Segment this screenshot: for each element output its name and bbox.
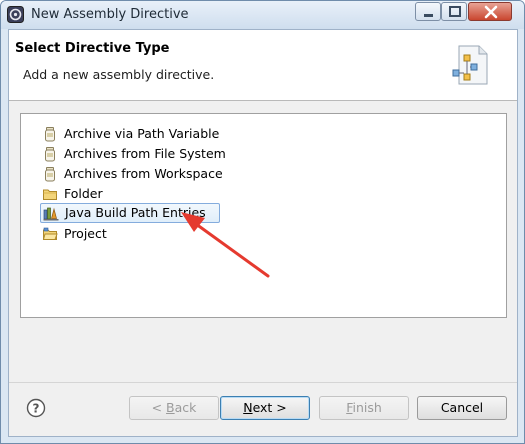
- button-bar-separator: [9, 382, 517, 383]
- svg-text:?: ?: [33, 402, 40, 416]
- dialog-body: Select Directive Type Add a new assembly…: [8, 29, 518, 437]
- help-icon[interactable]: ?: [26, 398, 46, 418]
- cancel-button[interactable]: Cancel: [417, 396, 507, 420]
- eclipse-app-icon: [7, 6, 24, 23]
- next-button[interactable]: Next >: [220, 396, 310, 420]
- page-description: Add a new assembly directive.: [23, 67, 215, 82]
- list-item-label: Archives from Workspace: [64, 166, 223, 181]
- back-button[interactable]: < Back: [129, 396, 219, 420]
- jar-icon: [45, 167, 55, 182]
- close-icon: [484, 5, 498, 19]
- window-title: New Assembly Directive: [31, 7, 189, 22]
- list-item-java-build-path-entries[interactable]: Java Build Path Entries: [40, 203, 220, 223]
- list-item-label: Archives from File System: [64, 146, 226, 161]
- library-icon: [43, 207, 59, 221]
- finish-button[interactable]: Finish: [319, 396, 409, 420]
- maximize-button[interactable]: [441, 2, 467, 21]
- wizard-banner-icon: [452, 45, 488, 85]
- folder-icon: [43, 189, 57, 200]
- close-button[interactable]: [468, 2, 512, 21]
- jar-icon: [45, 147, 55, 162]
- list-item-label: Java Build Path Entries: [65, 205, 206, 220]
- wizard-header: Select Directive Type Add a new assembly…: [9, 30, 517, 101]
- page-title: Select Directive Type: [15, 41, 170, 56]
- minimize-icon: [424, 14, 433, 17]
- maximize-icon: [449, 6, 461, 17]
- wizard-dialog: New Assembly Directive Select Directive …: [0, 0, 525, 444]
- jar-icon: [45, 127, 55, 142]
- project-folder-icon: [42, 227, 58, 240]
- minimize-button[interactable]: [415, 2, 441, 21]
- directive-type-list[interactable]: Archive via Path Variable Archives from …: [20, 113, 507, 318]
- list-item-label: Folder: [64, 186, 103, 201]
- list-item-label: Project: [64, 226, 107, 241]
- title-bar[interactable]: New Assembly Directive: [1, 1, 524, 29]
- list-item-label: Archive via Path Variable: [64, 126, 220, 141]
